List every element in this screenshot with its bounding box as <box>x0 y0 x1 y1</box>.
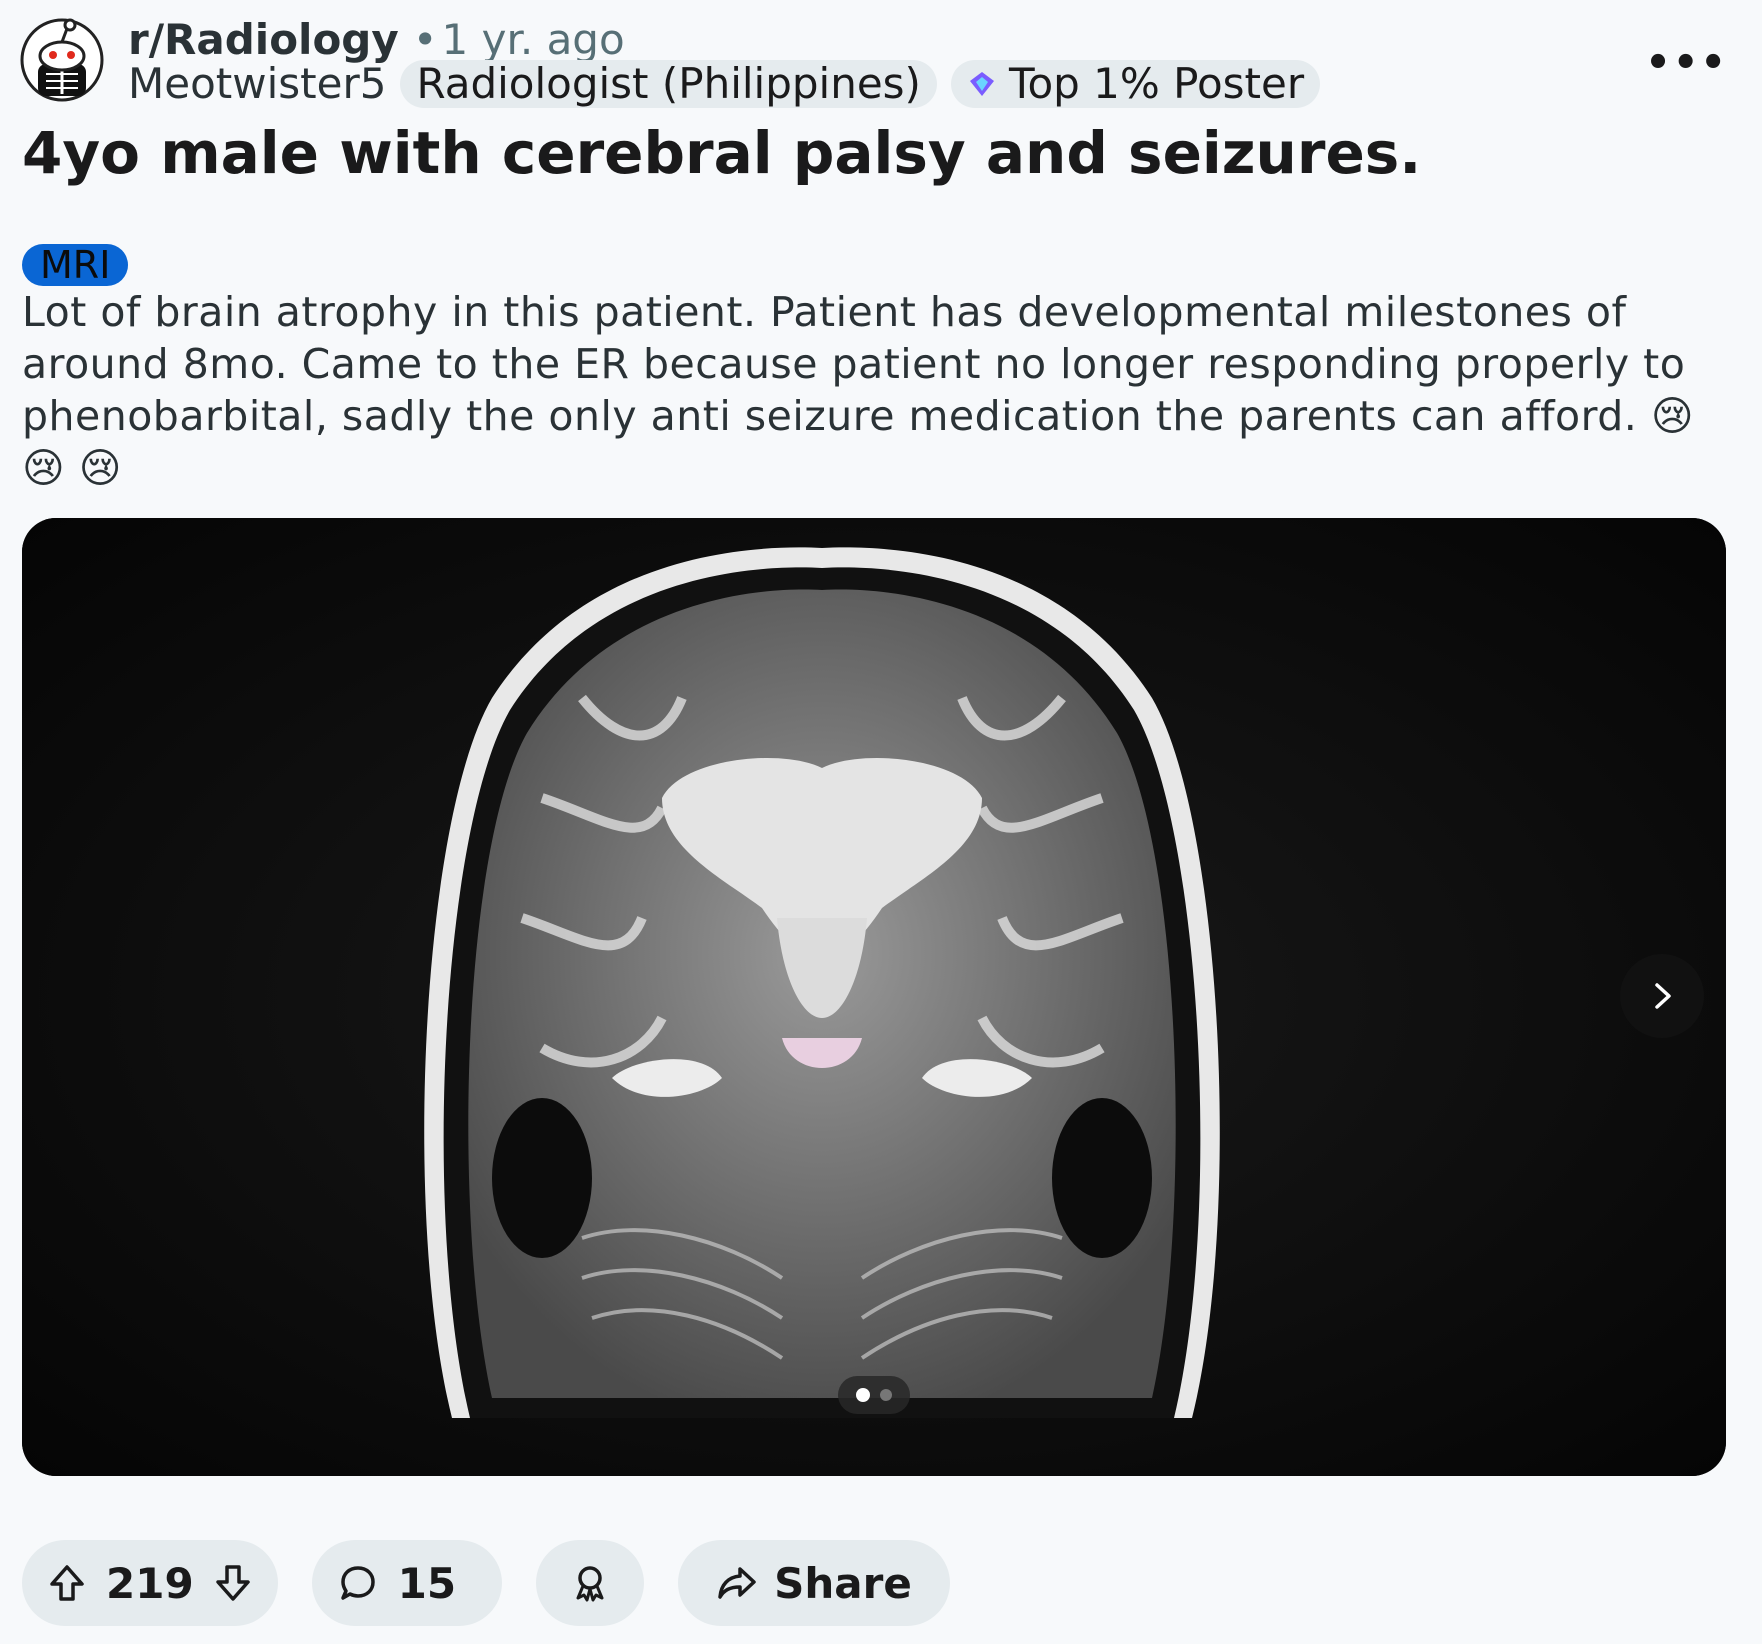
subreddit-name[interactable]: r/Radiology <box>128 15 399 64</box>
downvote-arrow-icon[interactable] <box>214 1563 252 1603</box>
post-age: 1 yr. ago <box>441 15 625 64</box>
upvote-arrow-icon[interactable] <box>48 1563 86 1603</box>
separator: • <box>412 15 438 64</box>
comments-button[interactable]: 15 <box>311 1540 503 1626</box>
author-username[interactable]: Meotwister5 <box>128 58 386 110</box>
post-header: r/Radiology •1 yr. ago Meotwister5 Radiol… <box>0 0 1762 120</box>
vote-control: 219 <box>22 1540 278 1626</box>
achievement-label: Top 1% Poster <box>1008 59 1305 108</box>
trophy-icon <box>969 72 994 96</box>
media-carousel[interactable] <box>22 518 1726 1476</box>
chevron-right-icon <box>1655 983 1671 1009</box>
speech-bubble-icon <box>340 1566 375 1600</box>
share-arrow-icon <box>718 1567 756 1599</box>
user-flair: Radiologist (Philippines) <box>400 60 937 108</box>
carousel-dot-active[interactable] <box>856 1388 870 1402</box>
carousel-dot[interactable] <box>880 1389 892 1401</box>
award-button[interactable] <box>536 1540 645 1626</box>
mri-image <box>22 518 1726 1476</box>
comment-count: 15 <box>397 1558 457 1608</box>
carousel-indicator <box>838 1376 910 1414</box>
post-body: Lot of brain atrophy in this patient. Pa… <box>22 288 1695 492</box>
share-button[interactable]: Share <box>678 1540 950 1626</box>
achievement-badge: Top 1% Poster <box>950 59 1321 108</box>
ellipsis-icon: ••• <box>1645 40 1728 86</box>
award-ribbon-icon <box>576 1566 604 1602</box>
vote-score: 219 <box>106 1558 194 1608</box>
post-title[interactable]: 4yo male with cerebral palsy and seizure… <box>22 118 1421 188</box>
post-flair[interactable]: MRI <box>22 244 129 286</box>
author-line: Meotwister5 Radiologist (Philippines) To… <box>128 58 1321 110</box>
subreddit-avatar[interactable] <box>20 18 104 102</box>
next-image-button[interactable] <box>1620 954 1704 1038</box>
more-options-button[interactable]: ••• <box>1645 40 1728 86</box>
share-label: Share <box>774 1558 912 1608</box>
action-bar: 219 15 Share <box>22 1540 950 1626</box>
